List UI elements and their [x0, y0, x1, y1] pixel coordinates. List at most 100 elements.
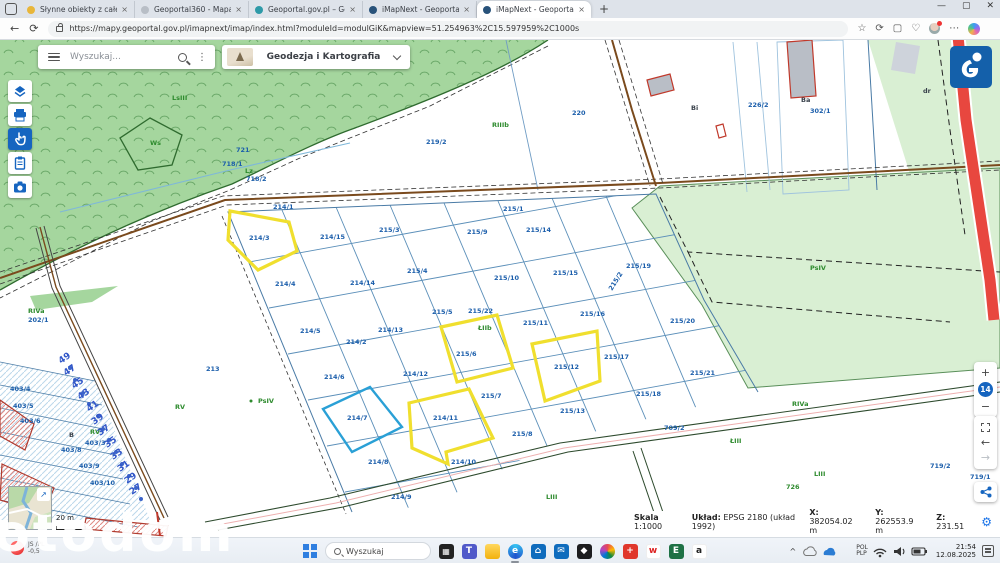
- tab-favicon: [255, 6, 263, 14]
- browser-tab[interactable]: Geoportal360 - Mapa Interaktyw×: [135, 1, 249, 18]
- map-label: 215/8: [512, 430, 533, 438]
- map-label: 215/7: [481, 392, 501, 400]
- overview-minimap[interactable]: ↗: [8, 486, 52, 530]
- map-label: 215/16: [580, 310, 605, 318]
- scale-bar-line: [56, 526, 86, 530]
- z-label: Z:: [936, 513, 945, 522]
- tab-search-icon[interactable]: [5, 3, 17, 15]
- new-tab-button[interactable]: +: [599, 2, 609, 16]
- search-icon[interactable]: [178, 53, 187, 62]
- map-label: 718/1: [222, 160, 243, 168]
- layers-button[interactable]: [8, 80, 32, 102]
- browser-tab[interactable]: iMapNext - Geoportal×: [363, 1, 477, 18]
- share-icon[interactable]: [980, 486, 992, 498]
- module-selector[interactable]: Geodezja i Kartografia: [222, 45, 410, 69]
- dropbox-icon[interactable]: ◆: [575, 542, 593, 560]
- refresh-icon[interactable]: ⟳: [29, 22, 38, 35]
- extensions-icon[interactable]: ▢: [893, 23, 902, 34]
- maximize-icon[interactable]: ▢: [962, 1, 971, 11]
- map-label: LIII: [546, 493, 557, 501]
- widget-line2: -0,5: [28, 548, 40, 555]
- copilot-orb-icon[interactable]: [968, 23, 980, 35]
- photos-icon[interactable]: [598, 542, 616, 560]
- search-options-icon[interactable]: ⋮: [197, 52, 207, 63]
- zoom-out-button[interactable]: −: [981, 399, 990, 414]
- tab-close-icon[interactable]: ×: [235, 5, 242, 14]
- history-forward-button[interactable]: →: [981, 450, 990, 465]
- map-label: Bi: [691, 104, 698, 112]
- language-indicator[interactable]: POLPLP: [856, 545, 868, 558]
- tab-close-icon[interactable]: ×: [463, 5, 470, 14]
- notification-icon[interactable]: [982, 545, 994, 557]
- e-green-icon[interactable]: E: [667, 542, 685, 560]
- back-icon[interactable]: ←: [10, 22, 19, 35]
- screenshot-button[interactable]: [8, 176, 32, 198]
- module-thumbnail: [227, 48, 253, 66]
- tray-status-icons[interactable]: [872, 543, 930, 559]
- map-label: 214/14: [350, 279, 375, 287]
- printer-icon: [13, 108, 27, 122]
- tab-favicon: [369, 6, 377, 14]
- map-label: dr: [923, 87, 932, 95]
- map-label: 719/1: [970, 473, 991, 481]
- history-back-button[interactable]: ←: [981, 435, 990, 450]
- browser-tab[interactable]: Słynne obiekty z całego świata×: [21, 1, 135, 18]
- start-button[interactable]: [303, 544, 317, 558]
- amazon-icon[interactable]: a: [690, 542, 708, 560]
- taskbar-widget[interactable]: JS /PL -0,5: [10, 541, 44, 555]
- store-icon[interactable]: ⌂: [529, 542, 547, 560]
- map-label: 709/2: [664, 424, 684, 432]
- address-bar[interactable]: https://mapy.geoportal.gov.pl/imapnext/i…: [48, 21, 848, 37]
- collections-icon[interactable]: ⟳: [875, 23, 883, 34]
- map-label: 214/2: [346, 338, 366, 346]
- map-label: 215/3: [379, 226, 399, 234]
- mail-icon[interactable]: ✉: [552, 542, 570, 560]
- edge-icon[interactable]: e: [506, 542, 524, 560]
- report-button[interactable]: [8, 152, 32, 174]
- crs-label: Układ:: [692, 513, 721, 522]
- address-point: [139, 497, 143, 501]
- minimize-icon[interactable]: —: [937, 1, 946, 11]
- settings-gear-icon[interactable]: ⚙: [981, 515, 992, 529]
- print-button[interactable]: [8, 104, 32, 126]
- taskbar-search[interactable]: Wyszukaj: [325, 542, 431, 560]
- tray-icons[interactable]: [800, 543, 852, 559]
- x-label: X:: [809, 508, 818, 517]
- explorer-icon[interactable]: [483, 542, 501, 560]
- map-viewport[interactable]: LsIIIWs721718/1Lz718/2219/2RIIIb220Bi226…: [0, 40, 1000, 537]
- battery-icon: [912, 548, 927, 555]
- tab-title: iMapNext - Geoportal: [496, 5, 574, 14]
- map-label: 215/10: [494, 274, 519, 282]
- w-red-icon[interactable]: w: [644, 542, 662, 560]
- map-label: 220: [572, 109, 586, 117]
- browser-tab[interactable]: iMapNext - Geoportal ×: [477, 1, 591, 18]
- map-search-box[interactable]: Wyszukaj... ⋮: [38, 45, 215, 69]
- map-label: 214/10: [451, 458, 476, 466]
- profile-avatar[interactable]: [929, 23, 940, 34]
- plus-red-icon[interactable]: +: [621, 542, 639, 560]
- onedrive-icon: [824, 548, 836, 556]
- map-label: 215/15: [553, 269, 578, 277]
- zoom-in-button[interactable]: +: [981, 365, 990, 380]
- fullscreen-icon[interactable]: [981, 423, 990, 432]
- select-tool-button[interactable]: [8, 128, 32, 150]
- minimap-expand-icon[interactable]: ↗: [37, 488, 50, 501]
- map-label: RV: [175, 403, 185, 411]
- close-icon[interactable]: ✕: [986, 1, 994, 11]
- teams-icon[interactable]: T: [460, 542, 478, 560]
- search-input[interactable]: Wyszukaj...: [70, 52, 178, 62]
- tab-close-icon[interactable]: ×: [578, 5, 585, 14]
- scale-bar-label: 20 m: [56, 514, 74, 522]
- tab-close-icon[interactable]: ×: [121, 5, 128, 14]
- cadastral-map[interactable]: LsIIIWs721718/1Lz718/2219/2RIIIb220Bi226…: [0, 40, 1000, 537]
- shopping-heart-icon[interactable]: ♡: [911, 23, 920, 34]
- y-label: Y:: [875, 508, 883, 517]
- tray-chevron-icon[interactable]: ^: [790, 547, 797, 556]
- tab-close-icon[interactable]: ×: [349, 5, 356, 14]
- menu-icon[interactable]: [48, 53, 60, 62]
- task-view-icon[interactable]: ▦: [437, 542, 455, 560]
- browser-menu-icon[interactable]: ⋯: [949, 23, 959, 34]
- taskbar-clock[interactable]: 21:5412.08.2025: [936, 543, 976, 559]
- favorites-star-icon[interactable]: ☆: [857, 23, 866, 34]
- browser-tab[interactable]: Geoportal.gov.pl – Geoportal Inf×: [249, 1, 363, 18]
